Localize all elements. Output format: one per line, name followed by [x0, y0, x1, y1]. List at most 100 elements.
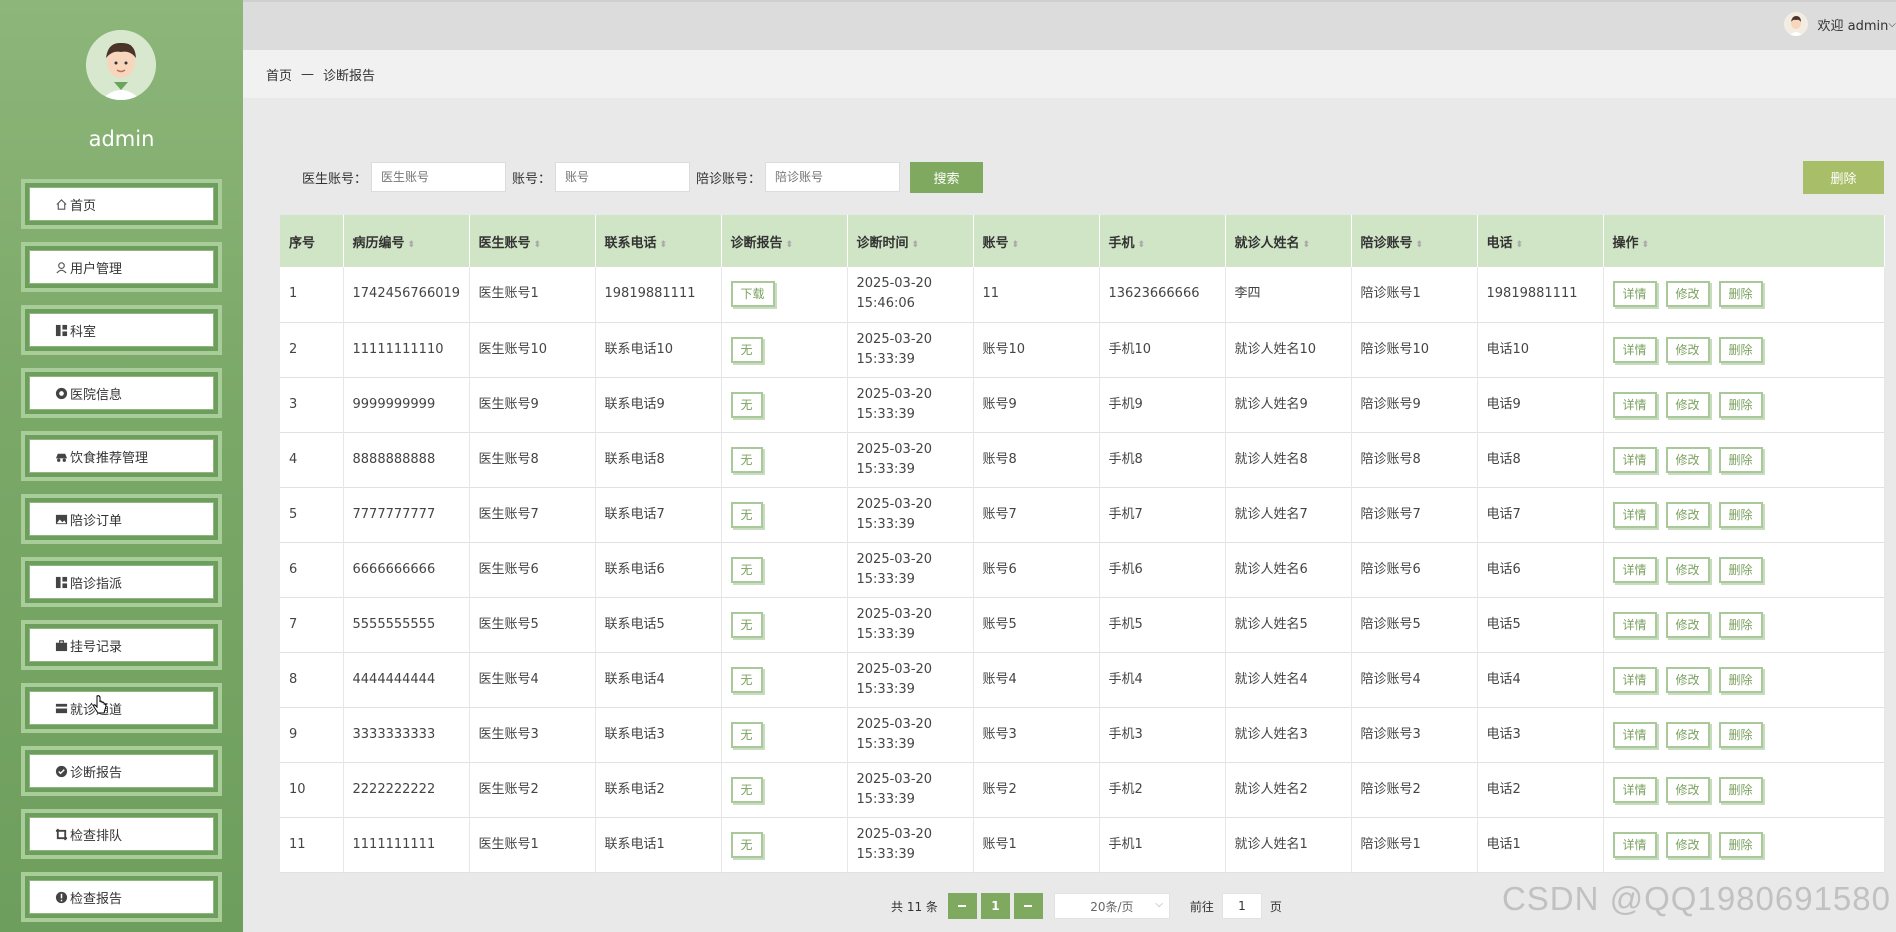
sort-icon[interactable]: ⬍ — [408, 240, 416, 250]
column-header[interactable]: 账号 ⬍ — [973, 215, 1100, 267]
sidebar-item-escort-assign[interactable]: 陪诊指派 — [21, 557, 222, 607]
edit-button[interactable]: 修改 — [1665, 666, 1710, 693]
report-none-button[interactable]: 无 — [730, 831, 763, 858]
goto-page-input[interactable]: 1 — [1221, 893, 1262, 919]
sort-icon[interactable]: ⬍ — [912, 240, 920, 250]
search-button[interactable]: 搜索 — [910, 161, 984, 193]
sidebar-item-exam-report[interactable]: 检查报告 — [21, 872, 222, 922]
edit-button[interactable]: 修改 — [1665, 281, 1710, 308]
sidebar-item-escort-order[interactable]: 陪诊订单 — [21, 494, 222, 544]
doctor-account-input[interactable] — [371, 162, 507, 192]
detail-button[interactable]: 详情 — [1612, 776, 1657, 803]
account-input[interactable] — [555, 162, 691, 192]
sort-icon[interactable]: ⬍ — [1642, 240, 1650, 250]
page-size-select[interactable]: 20条/页 ⌵ — [1053, 893, 1170, 919]
detail-button[interactable]: 详情 — [1612, 556, 1657, 583]
sidebar-item-diet[interactable]: 饮食推荐管理 — [21, 431, 222, 481]
report-none-button[interactable]: 无 — [730, 776, 763, 803]
edit-button[interactable]: 修改 — [1665, 611, 1710, 638]
delete-button[interactable]: 删除 — [1718, 556, 1763, 583]
sidebar-item-visit-channel[interactable]: 就诊通道 — [21, 683, 222, 733]
sort-icon[interactable]: ⬍ — [1138, 240, 1146, 250]
edit-button[interactable]: 修改 — [1665, 336, 1710, 363]
delete-button[interactable]: 删除 — [1718, 501, 1763, 528]
edit-button[interactable]: 修改 — [1665, 391, 1710, 418]
column-header[interactable]: 医生账号 ⬍ — [469, 215, 596, 267]
delete-button[interactable]: 删除 — [1718, 776, 1763, 803]
column-header[interactable]: 病历编号 ⬍ — [343, 215, 470, 267]
batch-delete-button[interactable]: 删除 — [1803, 161, 1884, 194]
edit-button[interactable]: 修改 — [1665, 831, 1710, 858]
table-cell: 7 — [280, 597, 344, 652]
next-page-button[interactable] — [1013, 893, 1043, 919]
breadcrumb-home[interactable]: 首页 — [266, 65, 292, 84]
user-icon — [54, 260, 68, 274]
column-header[interactable]: 手机 ⬍ — [1099, 215, 1226, 267]
sidebar-item-department[interactable]: 科室 — [21, 305, 222, 355]
sort-icon[interactable]: ⬍ — [1416, 240, 1424, 250]
report-none-button[interactable]: 无 — [730, 556, 763, 583]
page-number-button[interactable]: 1 — [980, 893, 1010, 919]
delete-button[interactable]: 删除 — [1718, 391, 1763, 418]
report-none-button[interactable]: 无 — [730, 721, 763, 748]
column-header[interactable]: 操作 ⬍ — [1603, 215, 1885, 267]
edit-button[interactable]: 修改 — [1665, 501, 1710, 528]
download-report-button[interactable]: 下载 — [730, 281, 775, 308]
sidebar-item-user-management[interactable]: 用户管理 — [21, 242, 222, 292]
delete-button[interactable]: 删除 — [1718, 446, 1763, 473]
edit-button[interactable]: 修改 — [1665, 446, 1710, 473]
edit-button[interactable]: 修改 — [1665, 556, 1710, 583]
delete-button[interactable]: 删除 — [1718, 336, 1763, 363]
prev-page-button[interactable] — [947, 893, 977, 919]
delete-button[interactable]: 删除 — [1718, 721, 1763, 748]
detail-button[interactable]: 详情 — [1612, 611, 1657, 638]
sidebar-item-registration[interactable]: 挂号记录 — [21, 620, 222, 670]
user-menu[interactable]: 欢迎 admin ⌵ — [1783, 12, 1896, 36]
detail-button[interactable]: 详情 — [1612, 721, 1657, 748]
delete-button[interactable]: 删除 — [1718, 611, 1763, 638]
edit-button[interactable]: 修改 — [1665, 721, 1710, 748]
cell-text: 11 — [289, 836, 306, 852]
avatar — [86, 30, 156, 100]
sort-icon[interactable]: ⬍ — [534, 240, 542, 250]
escort-account-input[interactable] — [765, 162, 901, 192]
detail-button[interactable]: 详情 — [1612, 501, 1657, 528]
report-none-button[interactable]: 无 — [730, 501, 763, 528]
sort-icon[interactable]: ⬍ — [1303, 240, 1311, 250]
sort-icon[interactable]: ⬍ — [786, 240, 794, 250]
sort-icon[interactable]: ⬍ — [660, 240, 668, 250]
detail-button[interactable]: 详情 — [1612, 446, 1657, 473]
delete-button[interactable]: 删除 — [1718, 831, 1763, 858]
cell-text: 陪诊账号2 — [1360, 781, 1421, 797]
cell-text: 6 — [289, 561, 298, 577]
column-header[interactable]: 电话 ⬍ — [1477, 215, 1604, 267]
column-header[interactable]: 就诊人姓名 ⬍ — [1225, 215, 1352, 267]
report-none-button[interactable]: 无 — [730, 446, 763, 473]
sort-icon[interactable]: ⬍ — [1516, 240, 1524, 250]
delete-button[interactable]: 删除 — [1718, 281, 1763, 308]
detail-button[interactable]: 详情 — [1612, 336, 1657, 363]
sidebar-item-diagnosis-report[interactable]: 诊断报告 — [21, 746, 222, 796]
report-none-button[interactable]: 无 — [730, 666, 763, 693]
column-header[interactable]: 诊断报告 ⬍ — [721, 215, 848, 267]
detail-button[interactable]: 详情 — [1612, 831, 1657, 858]
table-row: 4 8888888888 医生账号8 联系电话8 无 2025-03-20 15:33:3… — [280, 432, 1885, 487]
delete-button[interactable]: 删除 — [1718, 666, 1763, 693]
report-none-button[interactable]: 无 — [730, 391, 763, 418]
sidebar-item-hospital-info[interactable]: 医院信息 — [21, 368, 222, 418]
sidebar-item-home[interactable]: 首页 — [21, 179, 222, 229]
sort-icon[interactable]: ⬍ — [1012, 240, 1020, 250]
table-cell: 就诊人姓名4 — [1225, 652, 1352, 707]
report-none-button[interactable]: 无 — [730, 611, 763, 638]
table-cell: 联系电话10 — [595, 322, 722, 377]
edit-button[interactable]: 修改 — [1665, 776, 1710, 803]
column-header[interactable]: 联系电话 ⬍ — [595, 215, 722, 267]
table-cell: 6 — [280, 542, 344, 597]
column-header[interactable]: 陪诊账号 ⬍ — [1351, 215, 1478, 267]
report-none-button[interactable]: 无 — [730, 336, 763, 363]
detail-button[interactable]: 详情 — [1612, 666, 1657, 693]
column-header[interactable]: 诊断时间 ⬍ — [847, 215, 974, 267]
detail-button[interactable]: 详情 — [1612, 281, 1657, 308]
detail-button[interactable]: 详情 — [1612, 391, 1657, 418]
sidebar-item-exam-queue[interactable]: 检查排队 — [21, 809, 222, 859]
